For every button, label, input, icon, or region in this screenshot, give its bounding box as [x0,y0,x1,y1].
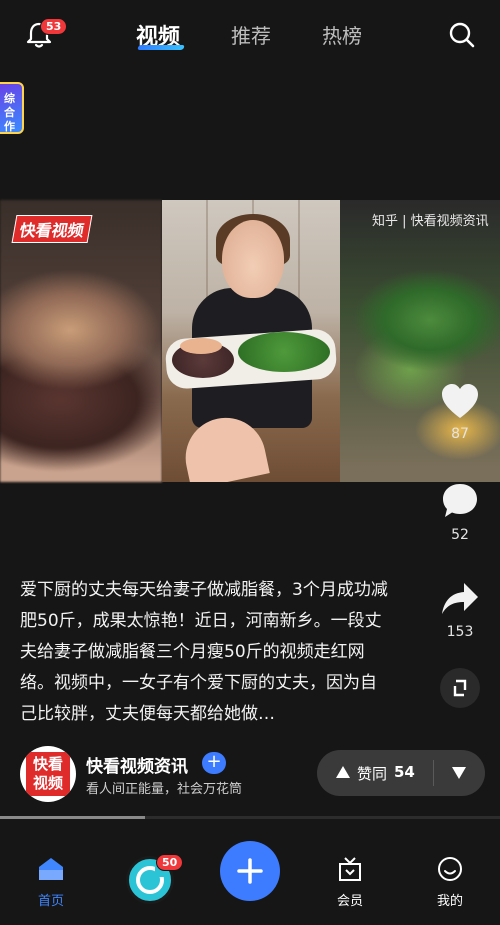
expand-button[interactable] [440,668,480,708]
author-tagline: 看人间正能量，社会万花筒 [86,782,243,797]
heart-icon [442,384,478,418]
video-frame[interactable] [162,200,340,482]
food-shrimp [180,338,222,354]
author-name[interactable]: 快看视频资讯 [86,752,188,777]
video-progress-fill [0,816,145,819]
live-badge: 50 [156,854,184,871]
agree-count: 54 [394,763,415,781]
floating-promo-badge[interactable]: 综合作 [0,82,24,134]
video-watermark: 知乎 | 快看视频资讯 [372,214,489,229]
bottom-nav: 首页 50 会员 我的 [0,830,500,925]
nav-me-label: 我的 [436,894,463,909]
tab-recommend[interactable]: 推荐 [231,20,271,49]
agree-button[interactable]: 赞同 [357,763,387,784]
comment-button[interactable]: 52 [430,481,490,543]
active-tab-indicator [137,45,185,50]
home-icon [39,858,63,880]
search-icon[interactable] [448,21,476,49]
notification-badge: 53 [40,18,68,35]
nav-me[interactable]: 我的 [420,856,480,909]
triangle-up-icon[interactable] [335,765,351,779]
agree-control: 赞同 54 [317,750,485,796]
tab-hot-list[interactable]: 热榜 [322,20,362,49]
food-greens [238,332,330,372]
create-button[interactable] [220,841,280,901]
nav-member[interactable]: 会员 [320,856,380,909]
member-icon [339,857,361,881]
share-button[interactable]: 153 [430,580,490,640]
comment-count: 52 [451,527,469,543]
video-source-logo: 快看视频 [11,215,93,243]
smiley-icon [438,857,462,881]
agree-divider [433,760,434,786]
comment-icon [443,484,477,517]
like-button[interactable]: 87 [430,382,490,442]
post-description[interactable]: 爱下厨的丈夫每天给妻子做减脂餐，3个月成功减肥50斤，成果太惊艳！近日，河南新乡… [20,575,392,730]
like-count: 87 [451,426,469,442]
author-avatar[interactable]: 快看视频 [20,746,76,802]
top-bar: 53 视频 推荐 热榜 [0,0,500,70]
share-icon [442,583,478,614]
share-count: 153 [446,624,474,640]
nav-home-label: 首页 [37,894,64,909]
expand-icon [453,679,467,697]
nav-home[interactable]: 首页 [21,856,81,909]
nav-member-label: 会员 [336,894,363,909]
triangle-down-icon[interactable] [451,766,467,780]
follow-button[interactable]: + [202,752,226,774]
plus-icon [237,858,263,884]
avatar-logo: 快看视频 [26,752,70,796]
video-progress-bar[interactable] [0,816,500,819]
person-head [222,220,284,298]
